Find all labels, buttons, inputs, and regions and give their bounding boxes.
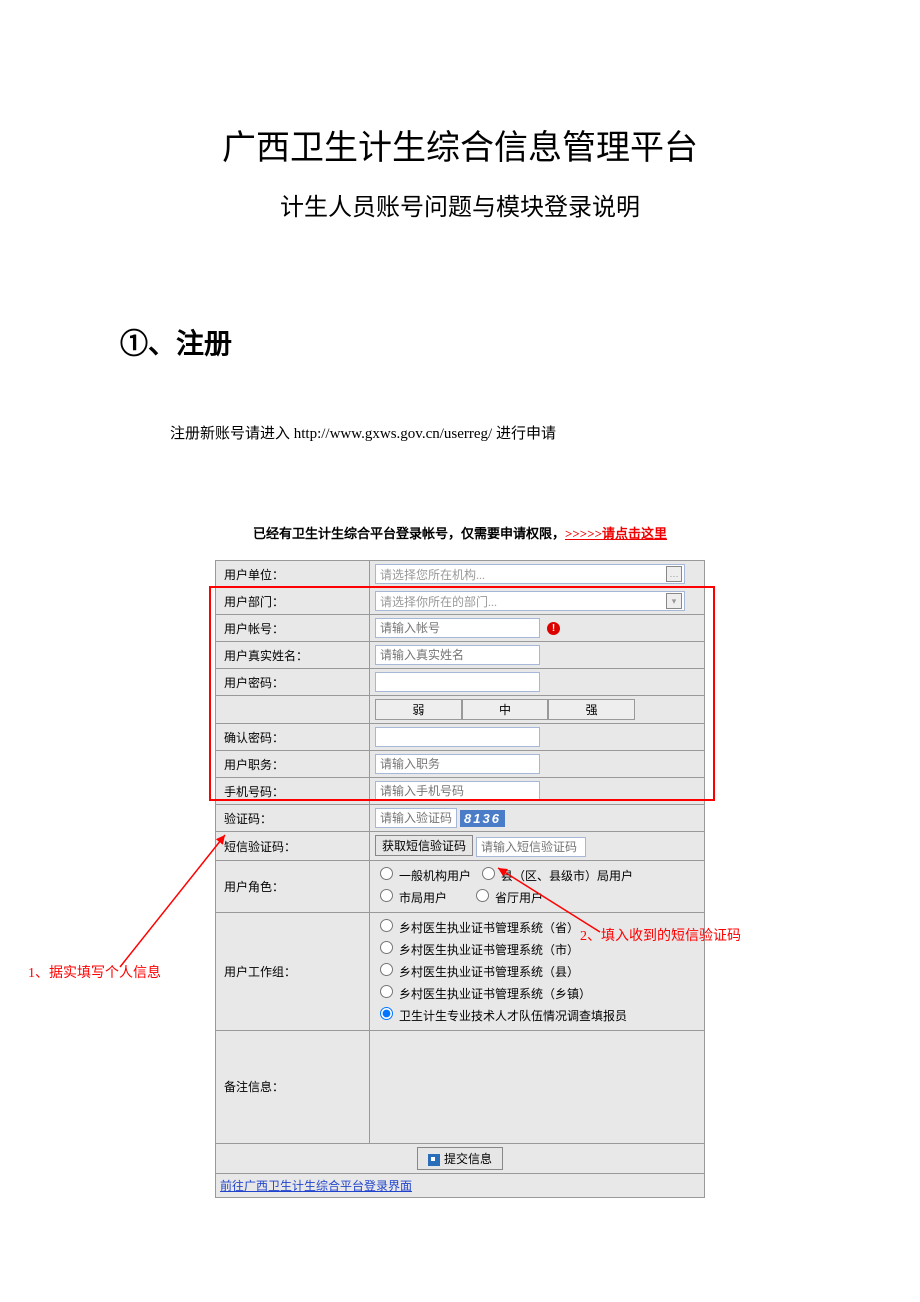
- row-captcha: 验证码： 8136: [216, 805, 705, 832]
- label-mobile: 手机号码：: [216, 778, 370, 805]
- input-password[interactable]: [375, 672, 540, 692]
- label-role: 用户角色：: [216, 861, 370, 912]
- role-option-2[interactable]: 县（区、县级市）局用户: [477, 869, 633, 883]
- submit-button[interactable]: 提交信息: [417, 1147, 503, 1170]
- input-sms[interactable]: [476, 837, 586, 857]
- input-remark[interactable]: [370, 1031, 704, 1139]
- row-password-strength: 弱 中 强: [216, 696, 705, 724]
- input-mobile[interactable]: [375, 781, 540, 801]
- pwd-weak: 弱: [375, 699, 462, 720]
- row-confirm: 确认密码：: [216, 724, 705, 751]
- input-account[interactable]: [375, 618, 540, 638]
- save-icon: [428, 1154, 440, 1166]
- page-subtitle: 计生人员账号问题与模块登录说明: [0, 187, 920, 222]
- row-remark: 备注信息：: [216, 1030, 705, 1143]
- row-password: 用户密码：: [216, 669, 705, 696]
- annotation-2: 2、填入收到的短信验证码: [580, 925, 741, 945]
- row-submit: 提交信息: [216, 1143, 705, 1173]
- reg-suffix: 进行申请: [492, 426, 556, 442]
- label-confirm: 确认密码：: [216, 724, 370, 751]
- row-mobile: 手机号码：: [216, 778, 705, 805]
- row-account: 用户帐号： !: [216, 615, 705, 642]
- notice-text: 已经有卫生计生综合平台登录帐号，仅需要申请权限，: [253, 526, 565, 541]
- label-password: 用户密码：: [216, 669, 370, 696]
- wg-option-5[interactable]: 卫生计生专业技术人才队伍情况调查填报员: [375, 1009, 627, 1023]
- wg-option-4[interactable]: 乡村医生执业证书管理系统（乡镇）: [375, 987, 591, 1001]
- label-dept: 用户部门：: [216, 588, 370, 615]
- captcha-image[interactable]: 8136: [460, 810, 505, 827]
- existing-account-notice: 已经有卫生计生综合平台登录帐号，仅需要申请权限，>>>>>请点击这里: [0, 523, 920, 542]
- row-backlink: 前往广西卫生计生综合平台登录界面: [216, 1173, 705, 1197]
- row-realname: 用户真实姓名：: [216, 642, 705, 669]
- label-realname: 用户真实姓名：: [216, 642, 370, 669]
- section-heading: ①、注册: [120, 322, 920, 362]
- role-option-4[interactable]: 省厅用户: [471, 891, 543, 905]
- submit-label: 提交信息: [444, 1152, 492, 1166]
- unit-picker-icon[interactable]: …: [666, 566, 682, 582]
- role-option-1[interactable]: 一般机构用户: [375, 869, 471, 883]
- back-link[interactable]: 前往广西卫生计生综合平台登录界面: [220, 1179, 412, 1193]
- row-dept: 用户部门： 请选择你所在的部门... ▾: [216, 588, 705, 615]
- wg-option-1[interactable]: 乡村医生执业证书管理系统（省）: [375, 921, 579, 935]
- label-duty: 用户职务：: [216, 751, 370, 778]
- annotation-1: 1、据实填写个人信息: [28, 962, 161, 982]
- label-unit: 用户单位：: [216, 561, 370, 588]
- input-dept[interactable]: 请选择你所在的部门... ▾: [375, 591, 685, 611]
- notice-link[interactable]: >>>>>请点击这里: [565, 526, 667, 541]
- row-duty: 用户职务：: [216, 751, 705, 778]
- label-captcha: 验证码：: [216, 805, 370, 832]
- input-duty[interactable]: [375, 754, 540, 774]
- reg-url: http://www.gxws.gov.cn/userreg/: [294, 426, 492, 442]
- label-workgroup: 用户工作组：: [216, 912, 370, 1030]
- input-captcha[interactable]: [375, 808, 457, 828]
- placeholder-unit: 请选择您所在机构...: [380, 568, 485, 582]
- label-remark: 备注信息：: [216, 1030, 370, 1143]
- registration-instruction: 注册新账号请进入 http://www.gxws.gov.cn/userreg/…: [170, 422, 920, 443]
- error-icon: !: [547, 622, 560, 635]
- page-title: 广西卫生计生综合信息管理平台: [0, 120, 920, 169]
- reg-prefix: 注册新账号请进入: [170, 426, 294, 442]
- label-sms: 短信验证码：: [216, 832, 370, 861]
- input-confirm[interactable]: [375, 727, 540, 747]
- dept-dropdown-icon[interactable]: ▾: [666, 593, 682, 609]
- row-role: 用户角色： 一般机构用户 县（区、县级市）局用户 市局用户 省厅用户: [216, 861, 705, 912]
- pwd-mid: 中: [462, 699, 549, 720]
- role-option-3[interactable]: 市局用户: [375, 891, 447, 905]
- label-account: 用户帐号：: [216, 615, 370, 642]
- wg-option-3[interactable]: 乡村医生执业证书管理系统（县）: [375, 965, 579, 979]
- registration-form: 用户单位： 请选择您所在机构... … 用户部门： 请选择你所在的部门... ▾: [215, 560, 705, 1198]
- row-sms: 短信验证码： 获取短信验证码: [216, 832, 705, 861]
- wg-option-2[interactable]: 乡村医生执业证书管理系统（市）: [375, 943, 579, 957]
- sms-get-button[interactable]: 获取短信验证码: [375, 835, 473, 856]
- input-unit[interactable]: 请选择您所在机构... …: [375, 564, 685, 584]
- row-unit: 用户单位： 请选择您所在机构... …: [216, 561, 705, 588]
- password-strength-meter: 弱 中 强: [375, 699, 635, 720]
- placeholder-dept: 请选择你所在的部门...: [380, 595, 497, 609]
- input-realname[interactable]: [375, 645, 540, 665]
- pwd-strong: 强: [548, 699, 635, 720]
